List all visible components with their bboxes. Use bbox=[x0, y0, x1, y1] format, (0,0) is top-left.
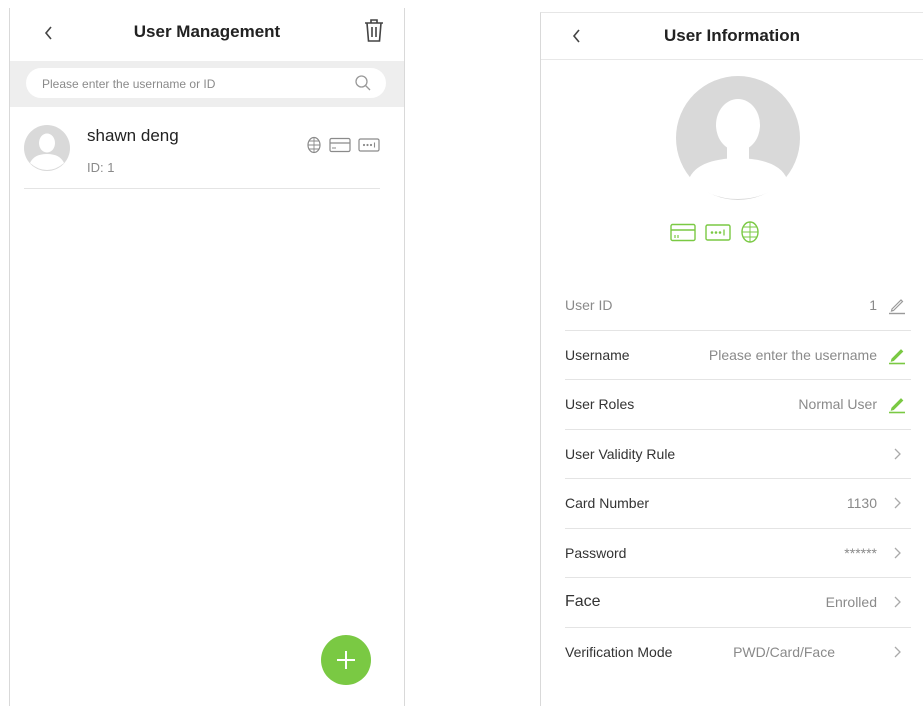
field-value: 1 bbox=[869, 297, 877, 313]
edit-icon[interactable] bbox=[887, 295, 907, 315]
card-icon bbox=[329, 137, 351, 153]
field-label: User Roles bbox=[565, 396, 635, 412]
chevron-right-icon[interactable] bbox=[887, 642, 907, 662]
user-name: shawn deng bbox=[87, 126, 179, 145]
field-user-validity-rule[interactable]: User Validity Rule bbox=[565, 430, 911, 479]
face-icon bbox=[307, 136, 321, 154]
field-face[interactable]: Face Enrolled bbox=[565, 578, 911, 628]
trash-icon[interactable] bbox=[362, 17, 386, 43]
chevron-right-icon[interactable] bbox=[887, 444, 907, 464]
top-bar: User Management bbox=[10, 8, 404, 56]
field-label: Verification Mode bbox=[565, 643, 673, 660]
page-title: User Management bbox=[133, 22, 281, 41]
avatar bbox=[24, 125, 70, 171]
field-label: User ID bbox=[565, 297, 613, 313]
field-label: Password bbox=[565, 544, 627, 561]
field-username[interactable]: Username Please enter the username bbox=[565, 331, 911, 380]
chevron-right-icon[interactable] bbox=[887, 493, 907, 513]
field-value: Normal User bbox=[798, 396, 877, 412]
chevron-right-icon[interactable] bbox=[887, 592, 907, 612]
card-icon bbox=[670, 223, 696, 241]
search-icon[interactable] bbox=[354, 74, 372, 92]
field-card-number[interactable]: Card Number 1130 bbox=[565, 479, 911, 529]
face-icon bbox=[741, 221, 759, 243]
edit-icon[interactable] bbox=[887, 345, 907, 365]
password-icon bbox=[358, 138, 380, 152]
field-label: Username bbox=[565, 346, 630, 363]
user-information-screen: User Information User ID 1 Username Plea… bbox=[540, 12, 923, 706]
field-label: Face bbox=[565, 593, 601, 610]
plus-icon bbox=[337, 651, 355, 669]
credential-icons bbox=[670, 220, 760, 244]
user-fields: User ID 1 Username Please enter the user… bbox=[565, 281, 911, 676]
chevron-right-icon[interactable] bbox=[887, 543, 907, 563]
search-input[interactable] bbox=[40, 68, 344, 100]
field-value: 1130 bbox=[846, 495, 877, 511]
field-value: PWD/Card/Face bbox=[733, 643, 835, 660]
field-value: Please enter the username bbox=[708, 346, 877, 363]
top-bar: User Information bbox=[541, 13, 923, 61]
field-value: ****** bbox=[844, 544, 877, 561]
field-label: Card Number bbox=[565, 495, 650, 511]
field-label: User Validity Rule bbox=[565, 445, 676, 462]
field-user-id[interactable]: User ID 1 bbox=[565, 281, 911, 331]
search-box bbox=[26, 68, 386, 100]
field-verification-mode[interactable]: Verification Mode PWD/Card/Face bbox=[565, 628, 911, 677]
user-management-screen: User Management shawn deng ID: 1 bbox=[9, 8, 405, 706]
user-list-item[interactable]: shawn deng ID: 1 bbox=[24, 120, 380, 189]
page-title: User Information bbox=[663, 26, 801, 45]
password-icon bbox=[705, 223, 731, 241]
avatar[interactable] bbox=[675, 75, 801, 201]
search-bar bbox=[10, 61, 404, 107]
field-user-roles[interactable]: User Roles Normal User bbox=[565, 380, 911, 430]
divider bbox=[541, 59, 923, 60]
field-password[interactable]: Password ****** bbox=[565, 529, 911, 578]
add-user-button[interactable] bbox=[321, 635, 371, 685]
edit-icon[interactable] bbox=[887, 394, 907, 414]
user-id: ID: 1 bbox=[87, 160, 115, 175]
field-value: Enrolled bbox=[825, 594, 877, 610]
credential-icons bbox=[306, 136, 380, 154]
